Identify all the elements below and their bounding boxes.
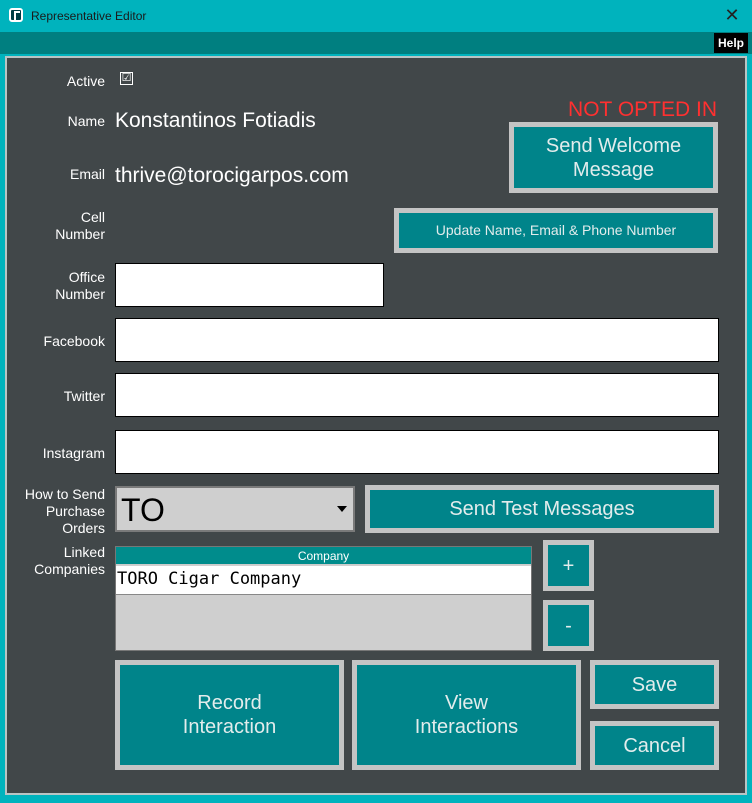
email-value: thrive@torocigarpos.com <box>115 164 349 187</box>
cancel-button[interactable]: Cancel <box>590 721 719 770</box>
office-number-field[interactable] <box>115 263 384 307</box>
office-number-label: Office Number <box>55 269 105 302</box>
menu-strip <box>0 32 752 54</box>
linked-companies-label: Linked Companies <box>34 544 105 577</box>
active-label: Active <box>66 73 105 89</box>
send-welcome-message-button[interactable]: Send Welcome Message <box>509 122 718 193</box>
company-cell: TORO Cigar Company <box>117 569 302 589</box>
facebook-field[interactable] <box>115 318 719 362</box>
view-interactions-button[interactable]: View Interactions <box>352 660 581 770</box>
editor-panel: Active ☑ Name Konstantinos Fotiadis NOT … <box>5 56 747 795</box>
company-column-header[interactable]: Company <box>116 547 531 565</box>
email-label: Email <box>69 166 105 182</box>
app-icon <box>9 8 23 22</box>
instagram-label: Instagram <box>42 445 105 461</box>
window-title: Representative Editor <box>31 9 147 23</box>
name-label: Name <box>67 113 105 129</box>
twitter-field[interactable] <box>115 373 719 417</box>
cell-number-label: Cell Number <box>55 209 105 242</box>
add-company-button[interactable]: + <box>543 540 594 591</box>
purchase-orders-selected: TO <box>121 492 165 528</box>
remove-company-button[interactable]: - <box>543 600 594 651</box>
close-icon[interactable]: ✕ <box>720 4 744 28</box>
purchase-orders-select[interactable]: TO <box>115 486 355 532</box>
purchase-orders-label: How to Send Purchase Orders <box>24 486 105 536</box>
instagram-field[interactable] <box>115 430 719 474</box>
active-checkbox[interactable]: ☑ <box>120 72 133 85</box>
linked-companies-grid[interactable]: Company TORO Cigar Company <box>115 546 532 651</box>
send-welcome-label-line1: Send Welcome <box>545 134 682 157</box>
send-test-messages-button[interactable]: Send Test Messages <box>365 485 719 533</box>
send-welcome-label-line2: Message <box>572 158 655 181</box>
opt-in-status: NOT OPTED IN <box>568 98 717 121</box>
name-value: Konstantinos Fotiadis <box>115 109 316 132</box>
title-bar: Representative Editor ✕ <box>0 0 752 32</box>
save-button[interactable]: Save <box>590 660 719 709</box>
twitter-label: Twitter <box>63 388 105 404</box>
record-interaction-button[interactable]: Record Interaction <box>115 660 344 770</box>
table-row[interactable]: TORO Cigar Company <box>116 566 531 595</box>
help-button[interactable]: Help <box>714 33 748 53</box>
chevron-down-icon <box>337 506 347 512</box>
update-contact-button[interactable]: Update Name, Email & Phone Number <box>394 208 718 253</box>
facebook-label: Facebook <box>43 333 105 349</box>
